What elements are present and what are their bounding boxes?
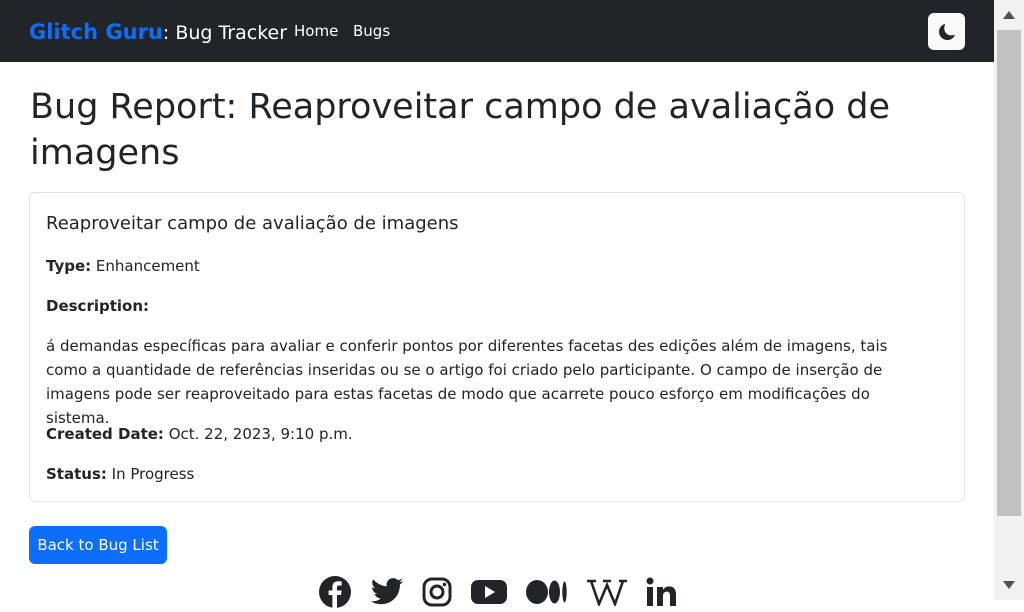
brand[interactable]: Glitch Guru: Bug Tracker — [29, 18, 287, 47]
medium-link[interactable] — [526, 572, 568, 612]
card-title: Reaproveitar campo de avaliação de image… — [46, 213, 459, 234]
medium-icon — [526, 580, 567, 604]
facebook-icon — [319, 576, 351, 608]
created-date-label: Created Date: — [46, 425, 164, 443]
wikipedia-icon — [587, 579, 627, 606]
scroll-up-arrow[interactable] — [994, 0, 1024, 30]
vertical-scrollbar[interactable] — [994, 0, 1024, 600]
facebook-link[interactable] — [318, 572, 352, 612]
created-date-value: Oct. 22, 2023, 9:10 p.m. — [163, 425, 353, 443]
moon-icon — [938, 23, 955, 40]
page-title: Bug Report: Reaproveitar campo de avalia… — [30, 87, 891, 173]
triangle-up-icon — [1003, 11, 1015, 19]
brand-subtitle[interactable]: : Bug Tracker — [163, 22, 287, 44]
created-date-field: Created Date: Oct. 22, 2023, 9:10 p.m. — [46, 422, 353, 446]
youtube-link[interactable] — [470, 572, 508, 612]
status-value: In Progress — [106, 465, 195, 483]
type-value: Enhancement — [91, 257, 200, 275]
wikipedia-link[interactable] — [586, 572, 628, 612]
triangle-down-icon — [1003, 581, 1015, 589]
twitter-link[interactable] — [370, 572, 404, 612]
description-text: á demandas específicas para avaliar e co… — [46, 337, 888, 427]
bug-report-card: Reaproveitar campo de avaliação de image… — [29, 192, 965, 502]
navbar: Glitch Guru: Bug Tracker Home Bugs — [0, 0, 994, 62]
nav-bugs-link[interactable]: Bugs — [353, 21, 390, 41]
scroll-down-arrow[interactable] — [994, 570, 1024, 600]
type-label: Type: — [46, 257, 92, 275]
type-field: Type: Enhancement — [46, 254, 200, 278]
back-to-bug-list-button[interactable]: Back to Bug List — [29, 526, 167, 564]
instagram-link[interactable] — [421, 572, 453, 612]
twitter-icon — [371, 578, 404, 605]
description-label-row: Description: — [46, 294, 149, 318]
status-field: Status: In Progress — [46, 462, 194, 486]
youtube-icon — [471, 580, 507, 604]
description-label: Description: — [46, 297, 150, 315]
linkedin-icon — [646, 577, 676, 606]
linkedin-link[interactable] — [645, 572, 677, 612]
nav-home-link[interactable]: Home — [294, 21, 338, 41]
brand-name[interactable]: Glitch Guru — [29, 20, 163, 44]
scroll-thumb[interactable] — [997, 30, 1021, 516]
status-label: Status: — [46, 465, 107, 483]
theme-toggle-button[interactable] — [928, 13, 965, 50]
instagram-icon — [422, 577, 452, 607]
